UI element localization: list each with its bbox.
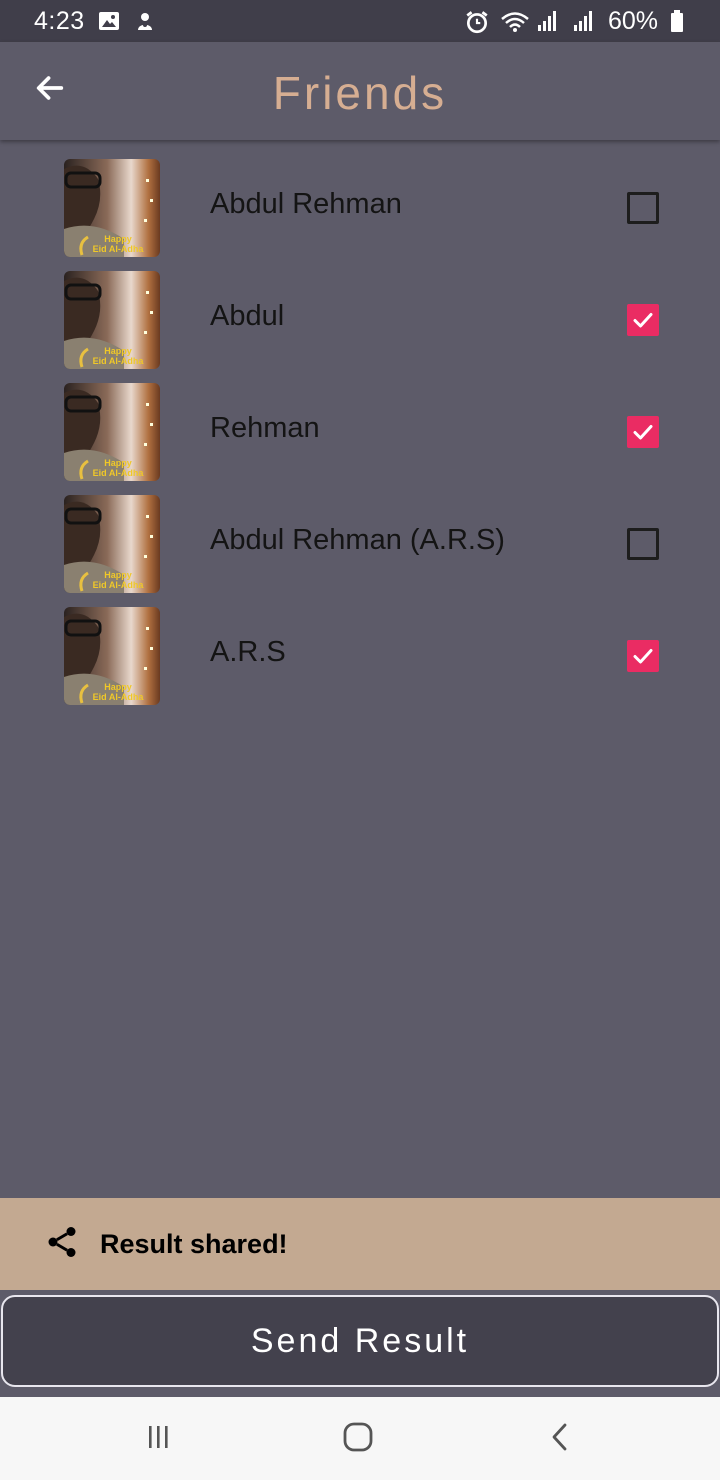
snackbar-text: Result shared!	[100, 1228, 288, 1259]
list-item[interactable]: Happy Eid Al-Adha Abdul Rehman (A.R.S)	[0, 488, 720, 600]
wifi-icon	[500, 9, 529, 33]
svg-text:Happy: Happy	[104, 458, 132, 468]
svg-text:Eid Al-Adha: Eid Al-Adha	[93, 356, 145, 366]
nav-back-button[interactable]	[540, 1419, 580, 1459]
friend-checkbox-checked[interactable]	[627, 640, 659, 672]
recents-button[interactable]	[138, 1419, 178, 1459]
avatar: Happy Eid Al-Adha	[64, 271, 160, 369]
svg-text:Eid Al-Adha: Eid Al-Adha	[93, 692, 145, 702]
friend-checkbox-checked[interactable]	[627, 304, 659, 336]
home-icon	[342, 1421, 374, 1458]
friend-name: A.R.S	[210, 636, 286, 668]
send-result-button[interactable]: Send Result	[1, 1295, 719, 1387]
svg-text:Happy: Happy	[104, 234, 132, 244]
friend-name: Rehman	[210, 412, 320, 444]
svg-text:Happy: Happy	[104, 570, 132, 580]
friend-name: Abdul Rehman (A.R.S)	[210, 524, 505, 556]
status-left: 4:23	[34, 7, 157, 36]
friend-checkbox-checked[interactable]	[627, 416, 659, 448]
status-time: 4:23	[34, 6, 85, 35]
friend-name: Abdul	[210, 300, 285, 332]
friends-list: Happy Eid Al-Adha Abdul Rehman Happy Eid…	[0, 152, 720, 712]
avatar: Happy Eid Al-Adha	[64, 495, 160, 593]
recents-icon	[143, 1422, 173, 1457]
gallery-icon	[97, 9, 121, 33]
status-bar: 4:23 60%	[0, 0, 720, 42]
avatar: Happy Eid Al-Adha	[64, 383, 160, 481]
share-icon	[44, 1224, 80, 1265]
list-item[interactable]: Happy Eid Al-Adha A.R.S	[0, 600, 720, 712]
back-icon	[545, 1422, 575, 1457]
avatar: Happy Eid Al-Adha	[64, 159, 160, 257]
check-icon	[633, 649, 653, 664]
navigation-bar	[0, 1397, 720, 1480]
signal-icon	[536, 9, 560, 33]
home-button[interactable]	[338, 1419, 378, 1459]
list-item[interactable]: Happy Eid Al-Adha Abdul Rehman	[0, 152, 720, 264]
svg-text:Happy: Happy	[104, 682, 132, 692]
svg-text:Eid Al-Adha: Eid Al-Adha	[93, 468, 145, 478]
snackbar: Result shared!	[0, 1198, 720, 1290]
svg-text:Happy: Happy	[104, 346, 132, 356]
alarm-icon	[464, 9, 488, 34]
page-title: Friends	[272, 67, 448, 119]
bottom-strip	[0, 1387, 720, 1397]
svg-text:Eid Al-Adha: Eid Al-Adha	[93, 244, 145, 254]
app-bar: Friends	[0, 42, 720, 140]
status-right: 60%	[464, 7, 684, 36]
signal-icon	[572, 9, 596, 33]
check-icon	[633, 425, 653, 440]
battery-percent: 60%	[607, 6, 658, 35]
svg-text:Eid Al-Adha: Eid Al-Adha	[93, 580, 145, 590]
friend-name: Abdul Rehman	[210, 188, 402, 220]
avatar: Happy Eid Al-Adha	[64, 607, 160, 705]
battery-icon	[670, 9, 684, 33]
check-icon	[633, 313, 653, 328]
list-item[interactable]: Happy Eid Al-Adha Abdul	[0, 264, 720, 376]
friend-checkbox-unchecked[interactable]	[627, 528, 659, 560]
notification-icon	[133, 9, 157, 33]
list-item[interactable]: Happy Eid Al-Adha Rehman	[0, 376, 720, 488]
friend-checkbox-unchecked[interactable]	[627, 192, 659, 224]
